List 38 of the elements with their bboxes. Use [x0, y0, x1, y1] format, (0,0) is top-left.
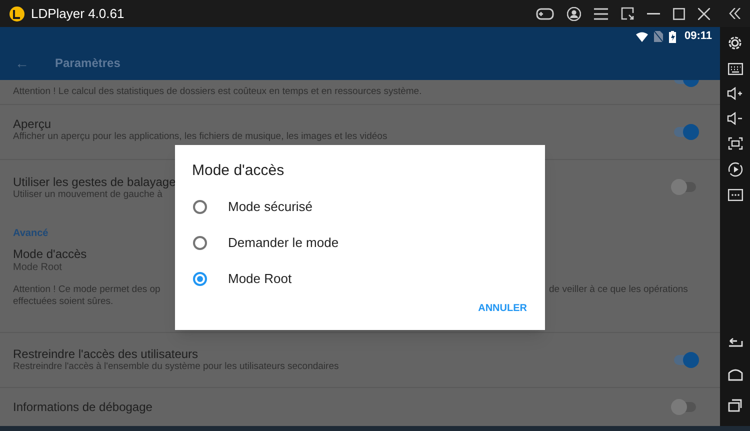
- section-header: Avancé: [13, 227, 48, 241]
- keyboard-icon[interactable]: [728, 63, 742, 75]
- settings-icon[interactable]: [727, 35, 743, 51]
- wifi-icon: [636, 32, 648, 42]
- user-icon[interactable]: [567, 6, 581, 20]
- setting-title: Aperçu: [13, 117, 52, 131]
- no-sim-icon: [654, 31, 664, 42]
- volume-down-icon[interactable]: [727, 112, 743, 125]
- toggle-switch[interactable]: [674, 182, 696, 192]
- recent-apps-icon[interactable]: [728, 399, 742, 412]
- minimize-icon[interactable]: [647, 12, 660, 14]
- fullscreen-icon[interactable]: [728, 137, 742, 150]
- record-icon[interactable]: [728, 162, 742, 177]
- radio-option[interactable]: Mode Root: [175, 260, 545, 296]
- gamepad-icon[interactable]: [536, 6, 554, 20]
- setting-title: Mode d'accès: [13, 247, 87, 261]
- window-title: LDPlayer 4.0.61: [31, 4, 124, 23]
- setting-title: Restreindre l'accès des utilisateurs: [13, 347, 198, 361]
- menu-icon[interactable]: [594, 8, 608, 20]
- home-icon[interactable]: [728, 368, 742, 381]
- app-logo-icon: [9, 6, 25, 22]
- app-bar-title: Paramètres: [55, 55, 120, 72]
- toggle-switch[interactable]: [674, 355, 696, 365]
- toggle-switch[interactable]: [674, 402, 696, 412]
- resize-icon[interactable]: [621, 7, 634, 20]
- setting-title: Utiliser les gestes de balayage: [13, 174, 176, 188]
- battery-icon: [669, 30, 676, 42]
- more-icon[interactable]: [728, 189, 742, 201]
- radio-option[interactable]: Mode sécurisé: [175, 188, 545, 224]
- toggle-switch[interactable]: [674, 127, 696, 137]
- clock: 09:11: [684, 29, 712, 44]
- close-icon[interactable]: [698, 8, 710, 20]
- collapse-icon[interactable]: [729, 8, 741, 19]
- radio-option[interactable]: Demander le mode: [175, 224, 545, 260]
- dialog-title: Mode d'accès: [192, 161, 286, 181]
- setting-title: Informations de débogage: [13, 400, 152, 414]
- volume-up-icon[interactable]: [727, 87, 743, 100]
- maximize-icon[interactable]: [673, 8, 685, 20]
